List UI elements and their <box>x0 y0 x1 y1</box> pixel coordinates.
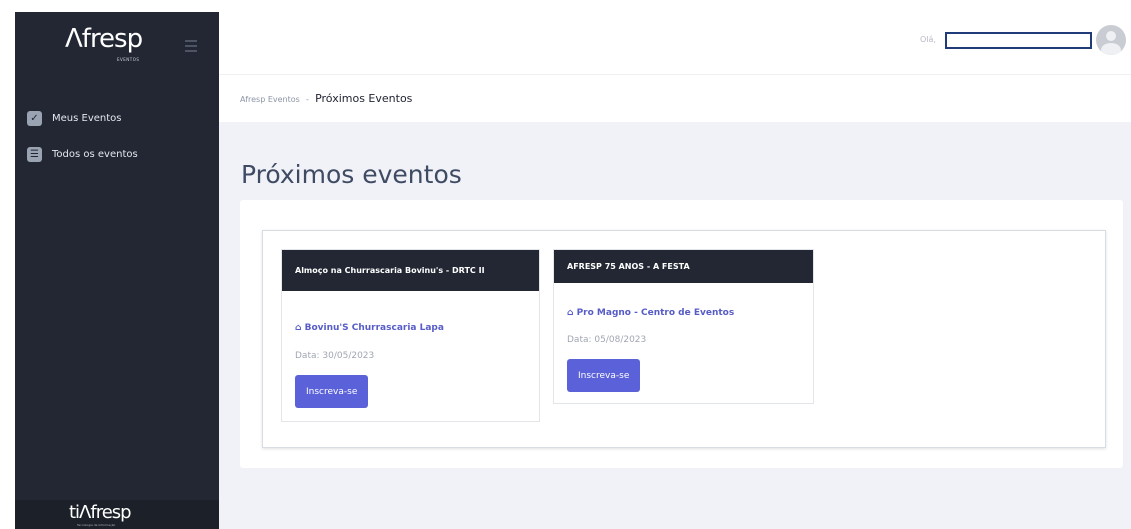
events-panel: Almoço na Churrascaria Bovinu's - DRTC I… <box>240 200 1123 468</box>
location-icon: ⌂ <box>295 323 305 333</box>
events-container: Almoço na Churrascaria Bovinu's - DRTC I… <box>262 230 1106 448</box>
user-name-box <box>945 32 1092 49</box>
subscribe-button[interactable]: Inscreva-se <box>295 375 369 408</box>
afresp-logo[interactable]: Λfresp <box>65 24 143 54</box>
page-title: Próximos eventos <box>241 160 462 189</box>
greeting-text: Olá, <box>920 35 936 44</box>
event-venue-name: Bovinu'S Churrascaria Lapa <box>304 323 444 333</box>
event-card-title: Almoço na Churrascaria Bovinu's - DRTC I… <box>282 250 539 291</box>
event-venue: ⌂ Pro Magno - Centro de Eventos <box>567 308 734 318</box>
menu-toggle-icon[interactable] <box>185 40 197 52</box>
event-card-title: AFRESP 75 ANOS - A FESTA <box>554 250 813 283</box>
event-card: AFRESP 75 ANOS - A FESTA ⌂ Pro Magno - C… <box>553 249 814 404</box>
event-date: Data: 30/05/2023 <box>295 351 375 361</box>
sidebar-footer: tiΛfresp Tecnologia da Informação <box>15 500 219 529</box>
event-date: Data: 05/08/2023 <box>567 335 647 345</box>
ti-afresp-logo: tiΛfresp <box>69 502 132 523</box>
event-venue-name: Pro Magno - Centro de Eventos <box>576 308 735 318</box>
subscribe-button[interactable]: Inscreva-se <box>567 359 641 392</box>
check-icon: ✓ <box>27 111 42 126</box>
sidebar-item-todos-os-eventos[interactable]: ☰ Todos os eventos <box>27 147 138 162</box>
sidebar-item-meus-eventos[interactable]: ✓ Meus Eventos <box>27 111 121 126</box>
user-avatar-icon[interactable] <box>1096 25 1126 55</box>
sidebar: Λfresp EVENTOS ✓ Meus Eventos ☰ Todos os… <box>15 12 219 529</box>
sidebar-item-label: Meus Eventos <box>52 113 122 124</box>
breadcrumb-root-link[interactable]: Afresp Eventos <box>240 95 300 104</box>
main-content: Próximos eventos Almoço na Churrascaria … <box>219 122 1131 529</box>
breadcrumb-current: Próximos Eventos <box>315 92 413 105</box>
sidebar-item-label: Todos os eventos <box>52 149 138 160</box>
breadcrumb-bar: Afresp Eventos - Próximos Eventos <box>219 75 1131 122</box>
event-venue: ⌂ Bovinu'S Churrascaria Lapa <box>295 323 444 333</box>
list-icon: ☰ <box>27 147 42 162</box>
breadcrumb-separator: - <box>306 95 309 104</box>
breadcrumb: Afresp Eventos - Próximos Eventos <box>240 92 412 105</box>
top-bar: Olá, <box>219 12 1131 75</box>
event-card: Almoço na Churrascaria Bovinu's - DRTC I… <box>281 249 540 422</box>
footer-subtitle: Tecnologia da Informação <box>77 523 116 527</box>
logo-subtitle: EVENTOS <box>117 57 140 62</box>
location-icon: ⌂ <box>567 308 577 318</box>
